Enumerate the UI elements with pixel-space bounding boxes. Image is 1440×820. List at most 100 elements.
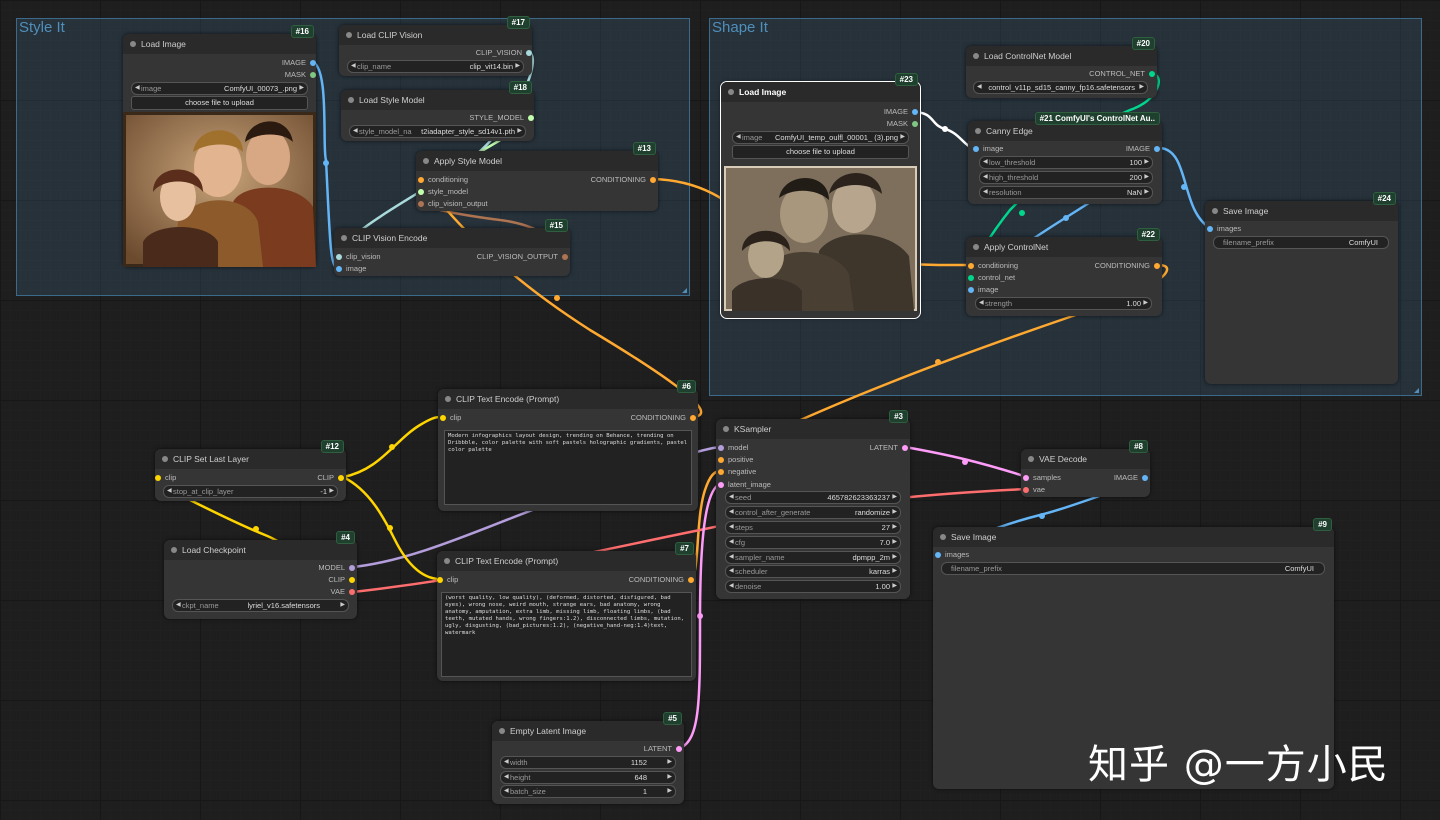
collapse-dot[interactable] <box>1212 208 1218 214</box>
input-samples[interactable]: samples <box>1023 473 1061 483</box>
input-conditioning[interactable]: conditioning <box>418 175 468 185</box>
output-conditioning[interactable]: CONDITIONING <box>1095 261 1160 271</box>
prompt-textarea[interactable]: Modern infographics layout design, trend… <box>444 430 692 505</box>
node-empty-latent-image-5[interactable]: Empty Latent Image #5 LATENT ◀ width 1152 ▶… <box>492 712 684 804</box>
batch-size-widget[interactable]: ◀ batch_size 1 ▶ <box>500 785 676 798</box>
resolution-widget[interactable]: ◀ resolution NaN ▶ <box>979 186 1153 199</box>
output-vae[interactable]: VAE <box>331 587 355 597</box>
input-images[interactable]: images <box>1207 224 1241 234</box>
output-conditioning[interactable]: CONDITIONING <box>631 413 696 423</box>
node-header[interactable]: Load Image <box>721 82 920 102</box>
input-positive[interactable]: positive <box>718 455 753 465</box>
collapse-dot[interactable] <box>341 235 347 241</box>
node-load-image-16[interactable]: Load Image #16 IMAGE MASK ◀ image ComfyUI_… <box>123 25 316 267</box>
node-header[interactable]: Load ControlNet Model <box>966 46 1157 66</box>
low-threshold-widget[interactable]: ◀ low_threshold 100 ▶ <box>979 156 1153 169</box>
prompt-textarea[interactable]: (worst quality, low quality), (deformed,… <box>441 592 692 677</box>
node-header[interactable]: KSampler <box>716 419 910 439</box>
node-header[interactable]: Load Checkpoint <box>164 540 357 560</box>
input-control-net[interactable]: control_net <box>968 273 1015 283</box>
style-model-combo[interactable]: ◀ style_model_na t2iadapter_style_sd14v1.p… <box>349 125 526 138</box>
output-style-model[interactable]: STYLE_MODEL <box>469 113 534 123</box>
collapse-dot[interactable] <box>423 158 429 164</box>
group-resize-handle[interactable] <box>682 288 687 293</box>
ckpt-name-combo[interactable]: ◀ ckpt_name lyriel_v16.safetensors ▶ <box>172 599 349 612</box>
node-clip-set-last-layer-12[interactable]: CLIP Set Last Layer #12 clip CLIP ◀ stop_… <box>155 440 346 501</box>
input-image[interactable]: image <box>968 285 998 295</box>
node-clip-text-encode-6[interactable]: CLIP Text Encode (Prompt) #6 clip CONDIT… <box>438 380 698 511</box>
sampler-name-widget[interactable]: ◀ sampler_name dpmpp_2m ▶ <box>725 551 901 564</box>
collapse-dot[interactable] <box>171 547 177 553</box>
upload-button[interactable]: choose file to upload <box>131 96 308 110</box>
output-clip[interactable]: CLIP <box>328 575 355 585</box>
output-image[interactable]: IMAGE <box>884 107 918 117</box>
node-header[interactable]: Load CLIP Vision <box>339 25 532 45</box>
output-image[interactable]: IMAGE <box>282 58 316 68</box>
node-header[interactable]: CLIP Vision Encode <box>334 228 570 248</box>
collapse-dot[interactable] <box>445 396 451 402</box>
output-image[interactable]: IMAGE <box>1114 473 1148 483</box>
output-control-net[interactable]: CONTROL_NET <box>1089 69 1155 79</box>
collapse-dot[interactable] <box>973 244 979 250</box>
input-vae[interactable]: vae <box>1023 485 1045 495</box>
node-header[interactable]: Apply ControlNet <box>966 237 1162 257</box>
node-clip-vision-encode-15[interactable]: CLIP Vision Encode #15 clip_vision image… <box>334 219 570 276</box>
node-ksampler-3[interactable]: KSampler #3 model positive negative late… <box>716 410 910 599</box>
control-net-name-combo[interactable]: ◀ control_v11p_sd15_canny_fp16.safetensor… <box>973 81 1148 94</box>
cfg-widget[interactable]: ◀ cfg 7.0 ▶ <box>725 536 901 549</box>
node-header[interactable]: CLIP Text Encode (Prompt) <box>437 551 696 571</box>
collapse-dot[interactable] <box>162 456 168 462</box>
node-load-controlnet-20[interactable]: Load ControlNet Model #20 CONTROL_NET ◀ c… <box>966 37 1157 98</box>
node-load-style-model-18[interactable]: Load Style Model #18 STYLE_MODEL ◀ style_… <box>341 81 534 141</box>
input-negative[interactable]: negative <box>718 467 756 477</box>
clip-name-combo[interactable]: ◀ clip_name clip_vit14.bin ▶ <box>347 60 524 73</box>
collapse-dot[interactable] <box>728 89 734 95</box>
output-clip[interactable]: CLIP <box>317 473 344 483</box>
node-header[interactable]: Apply Style Model <box>416 151 658 171</box>
input-clip-vision[interactable]: clip_vision <box>336 252 381 262</box>
input-clip-vision-output[interactable]: clip_vision_output <box>418 199 488 209</box>
input-clip[interactable]: clip <box>440 413 461 423</box>
collapse-dot[interactable] <box>346 32 352 38</box>
collapse-dot[interactable] <box>348 97 354 103</box>
collapse-dot[interactable] <box>975 128 981 134</box>
collapse-dot[interactable] <box>444 558 450 564</box>
input-style-model[interactable]: style_model <box>418 187 468 197</box>
input-clip[interactable]: clip <box>155 473 176 483</box>
node-header[interactable]: CLIP Text Encode (Prompt) <box>438 389 698 409</box>
height-widget[interactable]: ◀ height 648 ▶ <box>500 771 676 784</box>
collapse-dot[interactable] <box>973 53 979 59</box>
high-threshold-widget[interactable]: ◀ high_threshold 200 ▶ <box>979 171 1153 184</box>
node-load-checkpoint-4[interactable]: Load Checkpoint #4 MODEL CLIP VAE ◀ ckpt_… <box>164 531 357 619</box>
input-image[interactable]: image <box>336 264 366 274</box>
output-conditioning[interactable]: CONDITIONING <box>591 175 656 185</box>
node-canny-edge-21[interactable]: Canny Edge #21 ComfyUI's ControlNet Au..… <box>968 112 1162 204</box>
input-image[interactable]: image <box>973 144 1003 154</box>
output-mask[interactable]: MASK <box>285 70 316 80</box>
node-header[interactable]: Load Image <box>123 34 316 54</box>
output-clip-vision-output[interactable]: CLIP_VISION_OUTPUT <box>477 252 568 262</box>
collapse-dot[interactable] <box>940 534 946 540</box>
node-apply-style-model-13[interactable]: Apply Style Model #13 conditioning style… <box>416 142 658 211</box>
stop-at-clip-layer-widget[interactable]: ◀ stop_at_clip_layer -1 ▶ <box>163 485 338 498</box>
image-combo[interactable]: ◀ image ComfyUI_00073_.png ▶ <box>131 82 308 95</box>
node-clip-text-encode-7[interactable]: CLIP Text Encode (Prompt) #7 clip CONDIT… <box>437 542 696 681</box>
collapse-dot[interactable] <box>499 728 505 734</box>
group-resize-handle[interactable] <box>1414 388 1419 393</box>
node-load-image-23[interactable]: Load Image #23 IMAGE MASK ◀ image ComfyUI_… <box>720 73 921 319</box>
seed-widget[interactable]: ◀ seed 465782623363237 ▶ <box>725 491 901 504</box>
output-model[interactable]: MODEL <box>318 563 355 573</box>
node-header[interactable]: Load Style Model <box>341 90 534 110</box>
node-header[interactable]: CLIP Set Last Layer <box>155 449 346 469</box>
collapse-dot[interactable] <box>1028 456 1034 462</box>
node-header[interactable]: Save Image <box>933 527 1334 547</box>
input-model[interactable]: model <box>718 443 748 453</box>
node-header[interactable]: Empty Latent Image <box>492 721 684 741</box>
scheduler-widget[interactable]: ◀ scheduler karras ▶ <box>725 565 901 578</box>
output-clip-vision[interactable]: CLIP_VISION <box>476 48 532 58</box>
node-header[interactable]: Save Image <box>1205 201 1398 221</box>
output-latent[interactable]: LATENT <box>870 443 908 453</box>
output-image[interactable]: IMAGE <box>1126 144 1160 154</box>
input-conditioning[interactable]: conditioning <box>968 261 1018 271</box>
collapse-dot[interactable] <box>723 426 729 432</box>
